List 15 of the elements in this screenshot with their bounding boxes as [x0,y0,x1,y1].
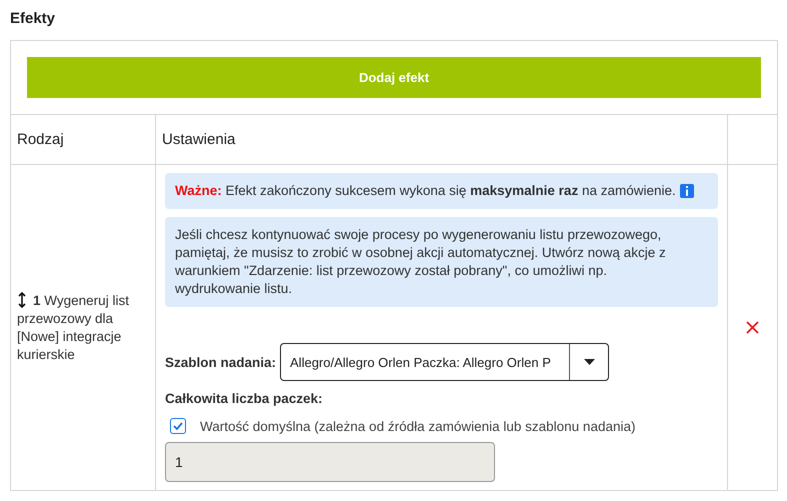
column-header: Ustawienia [162,131,236,148]
notice-text: Ważne: Efekt zakończony sukcesem wykona się maksymalnie raz na zamówienie. [175,183,676,198]
effect-name: 1 Wygeneruj list przewozowy dla [Nowe] integracje kurierskie [17,292,130,364]
template-label: Szablon nadania: [165,354,276,370]
info-icon[interactable] [680,184,694,198]
section-title: Efekty [10,9,56,29]
checkmark-icon [173,422,183,430]
delete-icon[interactable] [746,321,759,334]
column-header: Rodzaj [17,131,64,148]
drag-handle-icon[interactable] [17,292,27,308]
info-text: Jeśli chcesz kontynuować swoje procesy po wygenerowaniu listu przewozowego, pamiętaj, że musisz to zrobić w osobnej akcji automatycznej. Utwórz nową akcje z warunkiem "Zdarzenie: list przewozowy został pobrany", co umożliwi np. wydrukowanie listu. [175,227,666,296]
template-select[interactable]: Allegro/Allegro Orlen Paczka: Allegro Orlen P [280,343,610,381]
packages-label: Całkowita liczba paczek: [165,391,324,406]
caret-icon [584,359,595,365]
checkbox-label: Wartość domyślna (zależna od źródła zamówienia lub szablonu nadania) [200,418,636,434]
